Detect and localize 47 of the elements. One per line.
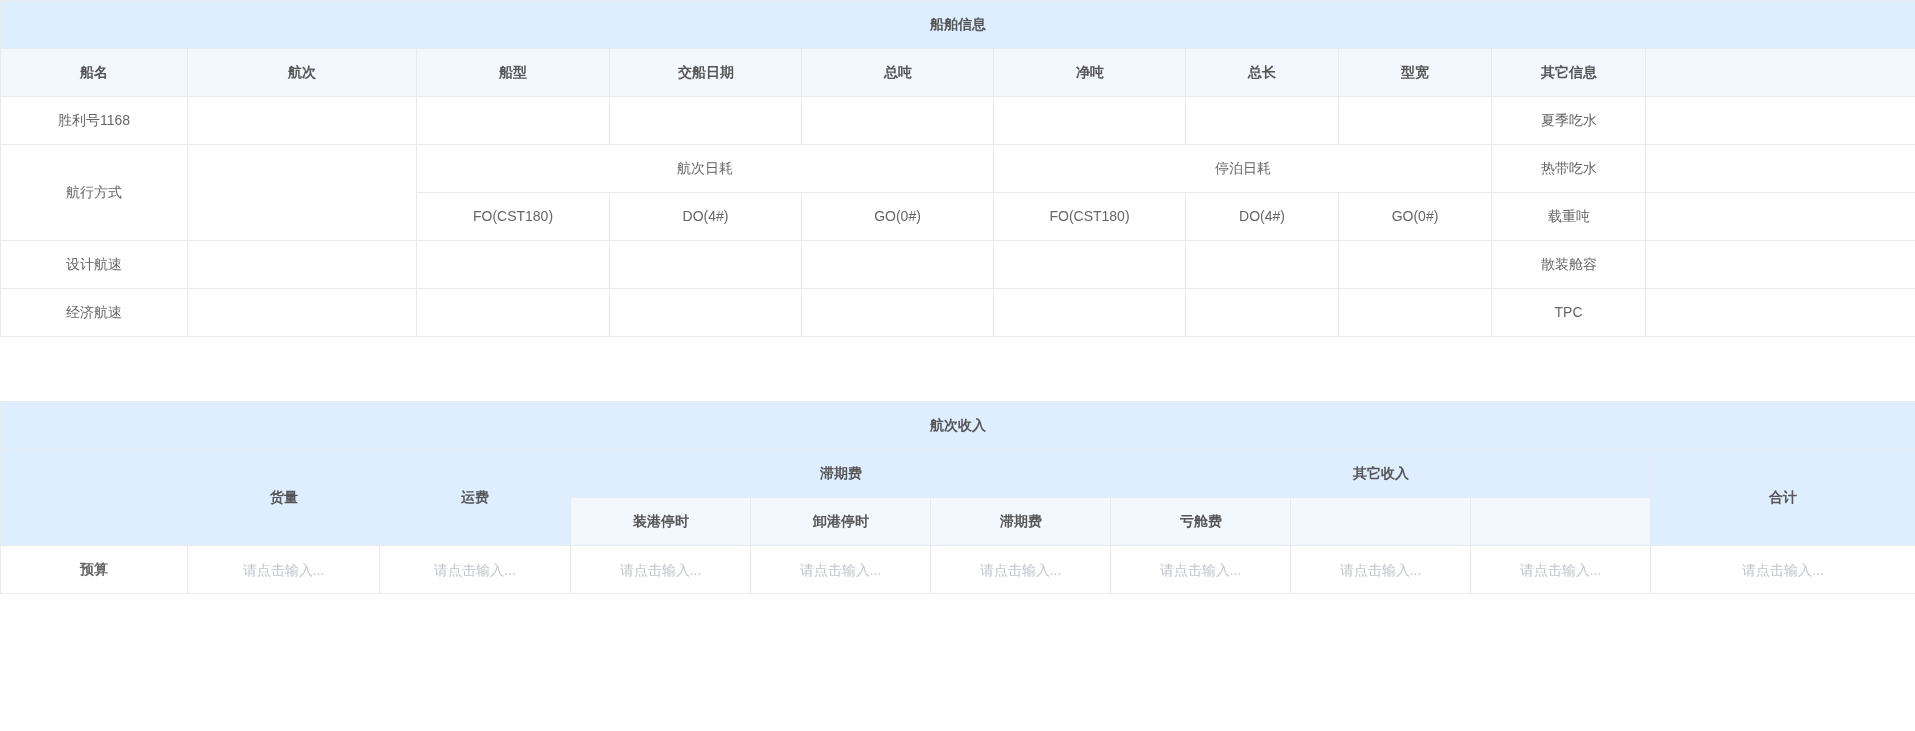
row-label: 预算: [0, 545, 188, 594]
column-header: 总吨: [801, 48, 994, 97]
table-cell: 热带吃水: [1491, 144, 1646, 193]
table-cell: DO(4#): [1185, 192, 1339, 241]
input-field[interactable]: 请点击输入...: [931, 546, 1110, 593]
table-cell: 散装舱容: [1491, 240, 1646, 289]
input-field[interactable]: 请点击输入...: [188, 546, 379, 593]
column-header: 合计: [1650, 449, 1915, 546]
table-cell: GO(0#): [1338, 192, 1492, 241]
column-header: 航次: [187, 48, 417, 97]
column-header: 船名: [0, 48, 188, 97]
table-cell: 载重吨: [1491, 192, 1646, 241]
column-header: 滞期费: [930, 497, 1111, 546]
input-field[interactable]: 请点击输入...: [1651, 546, 1915, 593]
input-field[interactable]: 请点击输入...: [571, 546, 750, 593]
column-group-header: 其它收入: [1110, 449, 1651, 498]
table-cell: 夏季吃水: [1491, 96, 1646, 145]
table-cell: 经济航速: [0, 288, 188, 337]
table-cell: FO(CST180): [993, 192, 1186, 241]
table-title: 航次收入: [0, 401, 1915, 450]
table-cell: GO(0#): [801, 192, 994, 241]
table-cell: 胜利号1168: [0, 96, 188, 145]
input-field[interactable]: 请点击输入...: [751, 546, 930, 593]
input-field[interactable]: 请点击输入...: [1471, 546, 1650, 593]
table-title: 船舶信息: [0, 0, 1915, 49]
column-header: 亏舱费: [1110, 497, 1291, 546]
column-header: 装港停时: [570, 497, 751, 546]
column-header: 货量: [187, 449, 380, 546]
column-header: 运费: [379, 449, 571, 546]
table-cell: DO(4#): [609, 192, 802, 241]
column-header: 净吨: [993, 48, 1186, 97]
table-cell: 航次日耗: [416, 144, 994, 193]
input-field[interactable]: 请点击输入...: [1291, 546, 1470, 593]
column-header: 交船日期: [609, 48, 802, 97]
column-group-header: 滞期费: [570, 449, 1111, 498]
input-field[interactable]: 请点击输入...: [380, 546, 570, 593]
table-cell: 停泊日耗: [993, 144, 1492, 193]
table-cell: 设计航速: [0, 240, 188, 289]
column-header: 其它信息: [1491, 48, 1646, 97]
column-header: 型宽: [1338, 48, 1492, 97]
column-header: 总长: [1185, 48, 1339, 97]
column-header: 卸港停时: [750, 497, 931, 546]
table-cell: 航行方式: [0, 144, 188, 241]
table-cell: FO(CST180): [416, 192, 610, 241]
input-field[interactable]: 请点击输入...: [1111, 546, 1290, 593]
column-header: 船型: [416, 48, 610, 97]
table-cell: TPC: [1491, 288, 1646, 337]
